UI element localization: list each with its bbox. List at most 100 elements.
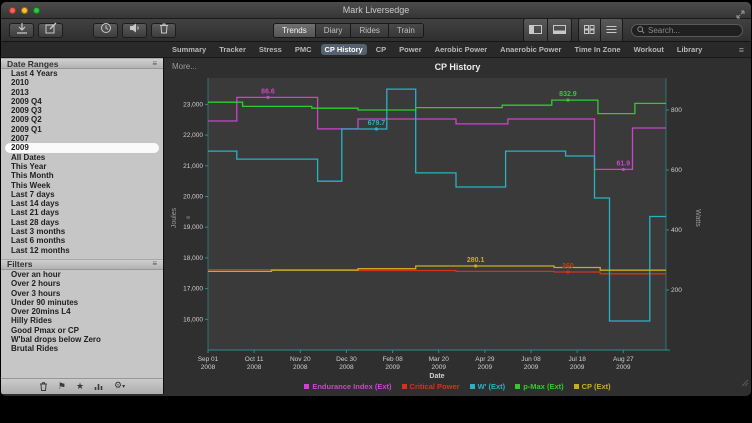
close-button[interactable] (9, 7, 16, 14)
sidebar-item-last-14-days[interactable]: Last 14 days (1, 199, 163, 208)
legend-label: Endurance Index (Ext) (312, 382, 391, 391)
sidebar-item-over-20mins-l4[interactable]: Over 20mins L4 (1, 307, 163, 316)
sidebar-item-brutal-rides[interactable]: Brutal Rides (1, 344, 163, 353)
title-bar[interactable]: Mark Liversedge (1, 2, 751, 19)
svg-text:Date: Date (429, 373, 444, 380)
toggle-sidebar-button[interactable] (524, 19, 548, 41)
sidebar-item-last-6-months[interactable]: Last 6 months (1, 236, 163, 245)
sidebar-item-hilly-rides[interactable]: Hilly Rides (1, 316, 163, 325)
sidebar-item-last-3-months[interactable]: Last 3 months (1, 227, 163, 236)
segment-train[interactable]: Train (389, 24, 423, 37)
tab-stress[interactable]: Stress (255, 44, 286, 55)
compose-button[interactable] (38, 23, 63, 38)
trash-icon[interactable] (39, 378, 48, 396)
sidebar-item-last-12-months[interactable]: Last 12 months (1, 246, 163, 255)
svg-text:Oct 11: Oct 11 (245, 356, 264, 363)
tab-anaerobic-power[interactable]: Anaerobic Power (496, 44, 565, 55)
sidebar-item-over-an-hour[interactable]: Over an hour (1, 270, 163, 279)
sidebar-item-2009-q3[interactable]: 2009 Q3 (1, 106, 163, 115)
svg-text:Joules: Joules (171, 207, 178, 228)
tab-cp-history[interactable]: CP History (321, 44, 367, 55)
sidebar-item-2009-q4[interactable]: 2009 Q4 (1, 97, 163, 106)
sidebar-item-2007[interactable]: 2007 (1, 134, 163, 143)
svg-text:23,000: 23,000 (183, 101, 203, 108)
filters-header[interactable]: Filters ≡ (1, 259, 163, 270)
search-field[interactable] (631, 24, 743, 37)
date-ranges-title: Date Ranges (7, 59, 59, 69)
tab-aerobic-power[interactable]: Aerobic Power (431, 44, 492, 55)
legend-item: p-Max (Ext) (515, 382, 563, 391)
svg-text:2009: 2009 (385, 364, 400, 371)
svg-text:400: 400 (671, 227, 682, 234)
zoom-button[interactable] (33, 7, 40, 14)
sidebar-item-2013[interactable]: 2013 (1, 88, 163, 97)
tab-pmc[interactable]: PMC (291, 44, 316, 55)
sidebar-item-2009-q1[interactable]: 2009 Q1 (1, 125, 163, 134)
sidebar-item-w-bal-drops-below-zero[interactable]: W'bal drops below Zero (1, 335, 163, 344)
tab-library[interactable]: Library (673, 44, 706, 55)
svg-text:22,000: 22,000 (183, 132, 203, 139)
tab-tracker[interactable]: Tracker (215, 44, 250, 55)
window-controls (9, 7, 40, 14)
chart-icon[interactable] (94, 378, 104, 396)
segment-rides[interactable]: Rides (351, 24, 388, 37)
sidebar-item-last-28-days[interactable]: Last 28 days (1, 218, 163, 227)
segment-trends[interactable]: Trends (274, 24, 316, 37)
cp-history-chart[interactable]: Sep 012008Oct 112008Nov 202008Dec 302008… (164, 58, 750, 394)
star-icon[interactable]: ★ (76, 382, 84, 391)
intervals-button[interactable] (93, 23, 118, 38)
sidebar-item-over-2-hours[interactable]: Over 2 hours (1, 279, 163, 288)
sidebar-item-last-7-days[interactable]: Last 7 days (1, 190, 163, 199)
svg-text:2009: 2009 (524, 364, 539, 371)
legend-label: W' (Ext) (478, 382, 506, 391)
sidebar-item-good-pmax-or-cp[interactable]: Good Pmax or CP (1, 326, 163, 335)
tab-cp[interactable]: CP (372, 44, 390, 55)
tiles-icon (584, 21, 595, 39)
sidebar-item-2009[interactable]: 2009 (5, 143, 159, 152)
sidebar-item-this-year[interactable]: This Year (1, 162, 163, 171)
svg-text:Jul 18: Jul 18 (568, 356, 586, 363)
section-menu-icon[interactable]: ≡ (152, 260, 157, 268)
tiled-view-button[interactable] (579, 19, 601, 41)
tabbar-menu-icon[interactable]: ≡ (739, 45, 744, 55)
sidebar-item-last-4-years[interactable]: Last 4 Years (1, 69, 163, 78)
svg-text:61.9: 61.9 (617, 160, 631, 167)
date-ranges-header[interactable]: Date Ranges ≡ (1, 58, 163, 69)
svg-text:Aug 27: Aug 27 (613, 356, 634, 363)
svg-text:600: 600 (671, 167, 682, 174)
tab-power[interactable]: Power (395, 44, 426, 55)
chart-legend: Endurance Index (Ext)Critical PowerW' (E… (164, 382, 751, 391)
delete-button[interactable] (151, 23, 176, 38)
gear-icon[interactable]: ⚙▾ (114, 381, 125, 392)
svg-text:679.7: 679.7 (368, 120, 386, 127)
rows-icon (606, 21, 617, 39)
tab-summary[interactable]: Summary (168, 44, 210, 55)
svg-text:2009: 2009 (431, 364, 446, 371)
single-view-button[interactable] (601, 19, 622, 41)
more-link[interactable]: More... (172, 62, 197, 71)
sidebar: Date Ranges ≡ Last 4 Years201020132009 Q… (1, 58, 164, 394)
legend-item: CP (Ext) (574, 382, 611, 391)
toggle-lowbar-button[interactable] (548, 19, 571, 41)
segment-diary[interactable]: Diary (316, 24, 352, 37)
sidebar-item-over-3-hours[interactable]: Over 3 hours (1, 289, 163, 298)
sidebar-item-last-21-days[interactable]: Last 21 days (1, 208, 163, 217)
fullscreen-icon[interactable] (736, 6, 745, 24)
sidebar-item-2009-q2[interactable]: 2009 Q2 (1, 115, 163, 124)
tab-workout[interactable]: Workout (630, 44, 668, 55)
flag-icon[interactable]: ⚑ (58, 382, 66, 391)
app-window: Mark Liversedge TrendsDiaryRidesTrain (1, 2, 751, 396)
sidebar-item-this-week[interactable]: This Week (1, 181, 163, 190)
sidebar-item-2010[interactable]: 2010 (1, 78, 163, 87)
section-menu-icon[interactable]: ≡ (152, 60, 157, 68)
search-input[interactable] (648, 26, 737, 35)
import-button[interactable] (9, 23, 34, 38)
minimize-button[interactable] (21, 7, 28, 14)
tab-time-in-zone[interactable]: Time In Zone (570, 44, 624, 55)
svg-text:2009: 2009 (570, 364, 585, 371)
audio-button[interactable] (122, 23, 147, 38)
sidebar-item-all-dates[interactable]: All Dates (1, 153, 163, 162)
sidebar-item-this-month[interactable]: This Month (1, 171, 163, 180)
svg-text:20,000: 20,000 (183, 194, 203, 201)
sidebar-item-under-90-minutes[interactable]: Under 90 minutes (1, 298, 163, 307)
